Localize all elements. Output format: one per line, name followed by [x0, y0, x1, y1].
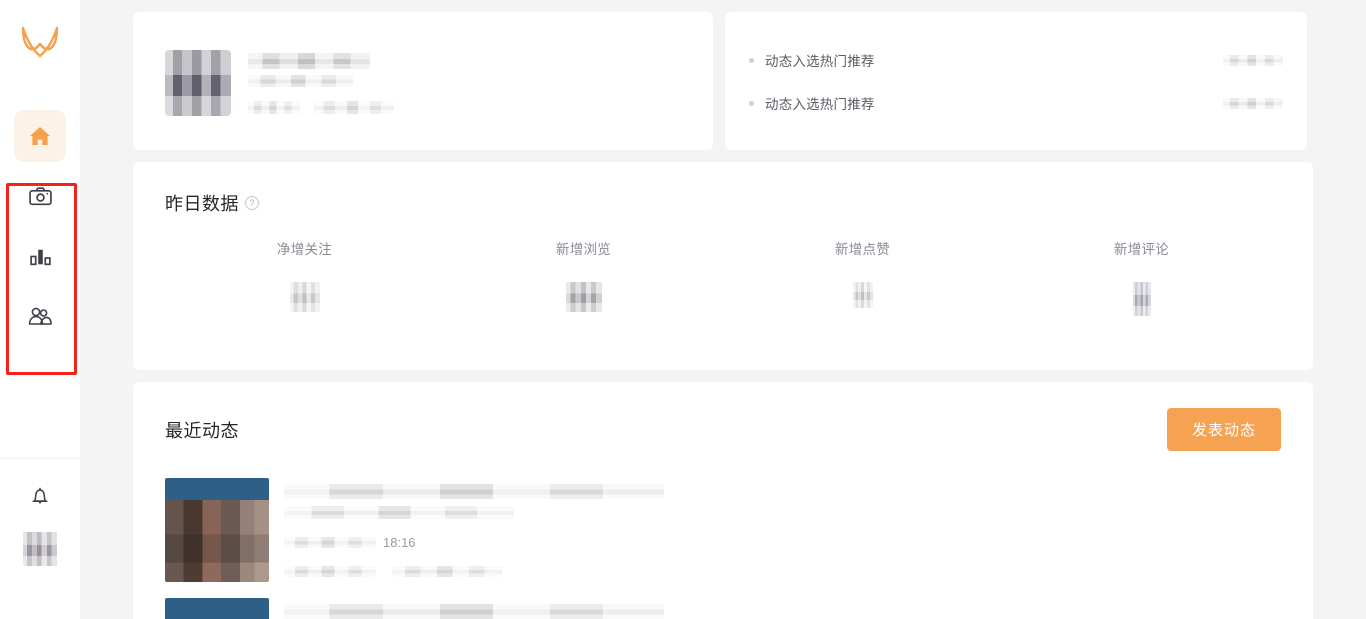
yesterday-title-row: 昨日数据 ? — [165, 190, 1313, 216]
sidebar-item-home[interactable] — [14, 110, 66, 162]
stat-net-follows: 净增关注 — [165, 238, 444, 316]
notice-card: 动态入选热门推荐 动态入选热门推荐 — [725, 12, 1307, 150]
stat-new-likes: 新增点赞 — [723, 238, 1002, 316]
post-time: 18:16 — [383, 535, 416, 550]
bell-icon — [32, 487, 48, 504]
stat-label: 新增浏览 — [555, 242, 612, 257]
sidebar-nav-top — [14, 110, 66, 350]
notice-text: 动态入选热门推荐 — [765, 54, 875, 69]
bar-chart-icon — [29, 249, 51, 265]
list-item[interactable]: 18:16 — [165, 478, 1281, 582]
post-list: 18:16 — [165, 478, 1281, 619]
post-title-redacted — [284, 484, 664, 499]
post-meta-redacted — [284, 537, 376, 548]
post-title-redacted — [284, 604, 664, 619]
profile-desc-redacted — [248, 75, 353, 87]
bullet-dot-icon — [749, 57, 754, 63]
stat-label: 新增评论 — [1113, 242, 1170, 257]
notice-item[interactable]: 动态入选热门推荐 — [749, 93, 1283, 113]
notice-date-redacted — [1223, 97, 1283, 109]
avatar[interactable] — [165, 50, 231, 116]
people-icon — [28, 307, 52, 325]
post-thumbnail[interactable] — [165, 598, 269, 619]
stat-value-redacted — [852, 282, 873, 308]
profile-name-redacted — [248, 53, 370, 69]
account-avatar[interactable] — [23, 532, 57, 566]
profile-tags — [248, 101, 394, 114]
post-subtitle-redacted — [284, 506, 514, 519]
help-icon[interactable]: ? — [245, 196, 259, 210]
sidebar — [0, 0, 80, 619]
recent-posts-header: 最近动态 发表动态 — [165, 408, 1281, 451]
stat-value-redacted — [565, 282, 602, 312]
notifications-button[interactable] — [14, 470, 66, 522]
list-item[interactable] — [165, 598, 1281, 619]
post-stat-b-redacted — [392, 566, 502, 577]
sidebar-divider — [0, 458, 80, 459]
publish-post-button[interactable]: 发表动态 — [1166, 408, 1281, 451]
post-stat-a-redacted — [284, 566, 376, 577]
main-content: 动态入选热门推荐 动态入选热门推荐 昨日数据 ? 净增关注 新增浏览 新增点赞 … — [80, 0, 1366, 619]
stat-label: 新增点赞 — [834, 242, 891, 257]
post-footer — [284, 566, 1281, 577]
thumbnail-band — [165, 478, 269, 500]
stat-label: 净增关注 — [276, 242, 333, 257]
sidebar-item-analytics[interactable] — [14, 230, 66, 282]
post-body: 18:16 — [284, 478, 1281, 582]
yesterday-data-card: 昨日数据 ? 净增关注 新增浏览 新增点赞 新增评论 — [133, 162, 1313, 370]
thumbnail-band — [165, 598, 269, 619]
notice-text: 动态入选热门推荐 — [765, 97, 875, 112]
camera-icon — [28, 186, 52, 205]
thumbnail-image-redacted — [165, 500, 269, 582]
bullet-dot-icon — [749, 100, 754, 106]
app-logo[interactable] — [0, 0, 80, 84]
app-root: 动态入选热门推荐 动态入选热门推荐 昨日数据 ? 净增关注 新增浏览 新增点赞 … — [0, 0, 1366, 619]
home-icon — [30, 127, 50, 145]
stats-row: 净增关注 新增浏览 新增点赞 新增评论 — [165, 238, 1313, 316]
stat-new-views: 新增浏览 — [444, 238, 723, 316]
profile-text — [248, 50, 394, 150]
stat-new-comments: 新增评论 — [1002, 238, 1281, 316]
stat-value-redacted — [289, 282, 320, 312]
notice-item[interactable]: 动态入选热门推荐 — [749, 50, 1283, 70]
post-meta: 18:16 — [284, 535, 1281, 550]
sidebar-item-camera[interactable] — [14, 170, 66, 222]
recent-posts-card: 最近动态 发表动态 18:16 — [133, 382, 1313, 619]
profile-card — [133, 12, 713, 150]
sidebar-nav-bottom — [0, 470, 80, 566]
post-body — [284, 598, 1281, 619]
page-title: 昨日数据 — [165, 194, 239, 214]
notice-left: 动态入选热门推荐 — [749, 50, 875, 70]
profile-tag-1-redacted — [248, 101, 300, 114]
section-title: 最近动态 — [165, 420, 239, 441]
notice-date-redacted — [1223, 54, 1283, 66]
butterfly-logo-icon — [21, 26, 59, 58]
stat-value-redacted — [1132, 282, 1151, 316]
sidebar-item-fans[interactable] — [14, 290, 66, 342]
notice-left: 动态入选热门推荐 — [749, 93, 875, 113]
profile-tag-2-redacted — [314, 101, 394, 114]
post-thumbnail[interactable] — [165, 478, 269, 582]
top-cards-row: 动态入选热门推荐 动态入选热门推荐 — [133, 12, 1313, 150]
